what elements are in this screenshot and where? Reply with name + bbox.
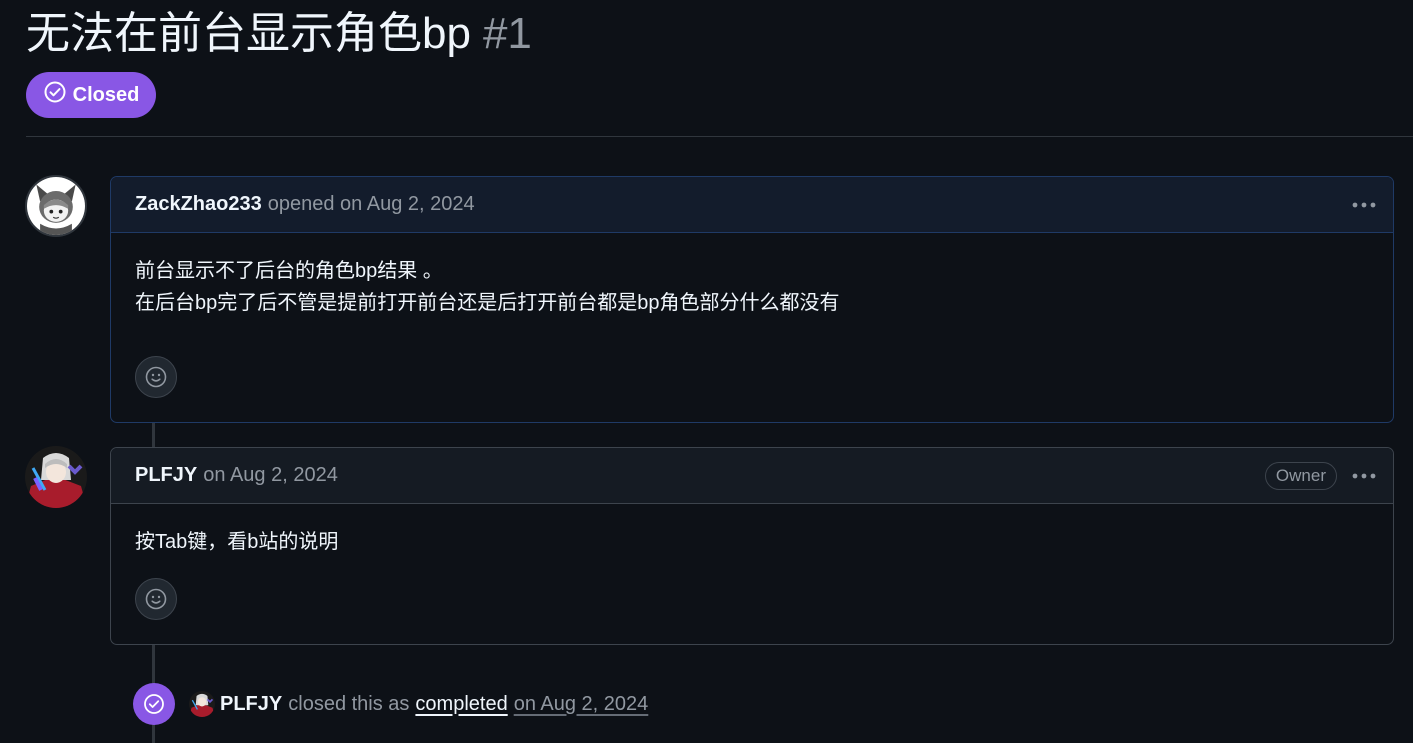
issue-number: #1 (482, 9, 532, 58)
add-reaction-button[interactable] (135, 356, 177, 398)
avatar[interactable] (25, 175, 87, 237)
header-divider (26, 136, 1413, 137)
closed-event-badge (133, 683, 175, 725)
issue-state-badge: Closed (26, 72, 156, 118)
issue-title-row: 无法在前台显示角色bp #1 (26, 6, 532, 62)
event-text: closed this as (288, 692, 410, 715)
kebab-horizontal-icon[interactable] (1349, 190, 1379, 220)
wolf-girl-avatar (27, 177, 85, 235)
add-reaction-button[interactable] (135, 578, 177, 620)
event-author[interactable]: PLFJY (220, 693, 282, 716)
timeline-comment: PLFJY on Aug 2, 2024 Owner 按Tab键，看b站的说明 (110, 447, 1394, 645)
completed-link[interactable]: completed (415, 693, 507, 716)
comment-meta[interactable]: on Aug 2, 2024 (203, 464, 338, 487)
plfjy-avatar (25, 446, 87, 508)
smiley-icon (145, 366, 167, 388)
owner-badge: Owner (1264, 461, 1337, 490)
issue-title: 无法在前台显示角色bp (26, 9, 471, 58)
check-circle-icon (144, 694, 164, 714)
comment-meta[interactable]: opened on Aug 2, 2024 (268, 193, 475, 216)
comment-body-line: 按Tab键，看b站的说明 (135, 531, 339, 553)
comment-body: 前台显示不了后台的角色bp结果 。 在后台bp完了后不管是提前打开前台还是后打开… (111, 233, 1393, 319)
check-circle-icon (43, 80, 67, 110)
closed-event: PLFJY closed this as completed on Aug 2,… (189, 686, 648, 722)
comment-body-line: 前台显示不了后台的角色bp结果 。 (135, 260, 443, 282)
issue-state-label: Closed (72, 83, 140, 106)
kebab-horizontal-icon[interactable] (1349, 461, 1379, 491)
avatar[interactable] (189, 691, 215, 717)
plfjy-avatar (189, 691, 215, 717)
comment-header: ZackZhao233 opened on Aug 2, 2024 (111, 177, 1393, 233)
comment-author[interactable]: ZackZhao233 (135, 193, 262, 216)
comment-author[interactable]: PLFJY (135, 464, 197, 487)
timeline-connector (152, 422, 155, 448)
issue-body-comment: ZackZhao233 opened on Aug 2, 2024 前台显示不了… (110, 176, 1394, 423)
event-date[interactable]: on Aug 2, 2024 (514, 693, 649, 716)
smiley-icon (145, 588, 167, 610)
comment-header: PLFJY on Aug 2, 2024 Owner (111, 448, 1393, 504)
avatar[interactable] (25, 446, 87, 508)
issue-page: 无法在前台显示角色bp #1 Closed ZackZhao233 opened … (0, 0, 1413, 743)
comment-body-line: 在后台bp完了后不管是提前打开前台还是后打开前台都是bp角色部分什么都没有 (135, 292, 840, 314)
comment-body: 按Tab键，看b站的说明 (111, 504, 1393, 558)
